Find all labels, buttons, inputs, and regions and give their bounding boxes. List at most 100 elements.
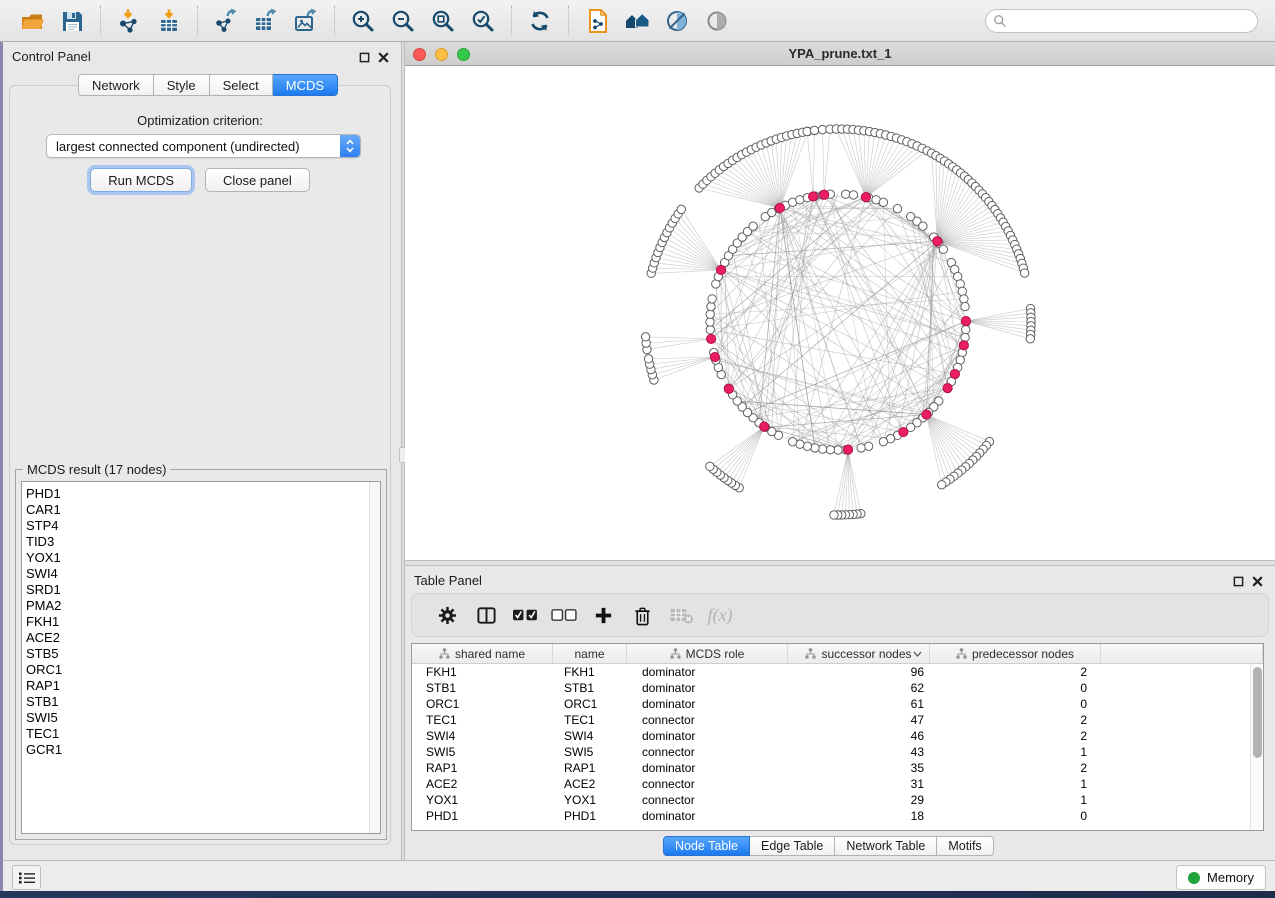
deselect-all-columns-button[interactable]	[547, 600, 581, 630]
mcds-result-item[interactable]: STB5	[22, 646, 380, 662]
graph-leaf-node[interactable]	[1026, 335, 1034, 343]
close-table-panel-icon[interactable]	[1252, 574, 1263, 592]
dominator-node[interactable]	[861, 192, 870, 201]
mcds-result-item[interactable]: PMA2	[22, 598, 380, 614]
graph-node[interactable]	[826, 446, 834, 454]
tab-select[interactable]: Select	[210, 74, 273, 96]
table-cell[interactable]: 35	[788, 760, 930, 776]
table-cell[interactable]: 2	[930, 712, 1101, 728]
memory-button[interactable]: Memory	[1176, 865, 1266, 890]
hide-preview-button[interactable]	[700, 4, 734, 38]
table-cell[interactable]: connector	[627, 744, 788, 760]
table-cell[interactable]: ORC1	[553, 696, 627, 712]
graph-node[interactable]	[842, 190, 850, 198]
zoom-fit-button[interactable]	[426, 4, 460, 38]
mcds-result-item[interactable]: SWI5	[22, 710, 380, 726]
table-cell[interactable]: connector	[627, 792, 788, 808]
table-cell[interactable]: SWI5	[553, 744, 627, 760]
export-network-button[interactable]	[209, 4, 243, 38]
table-cell[interactable]: connector	[627, 712, 788, 728]
table-cell[interactable]: PHD1	[412, 808, 553, 824]
mcds-result-item[interactable]: YOX1	[22, 550, 380, 566]
graph-node[interactable]	[864, 442, 872, 450]
graph-node[interactable]	[706, 310, 714, 318]
graph-leaf-node[interactable]	[706, 462, 714, 470]
graph-leaf-node[interactable]	[641, 333, 649, 341]
graph-node[interactable]	[919, 222, 927, 230]
graph-leaf-node[interactable]	[937, 481, 945, 489]
table-cell[interactable]: 1	[930, 744, 1101, 760]
mcds-result-item[interactable]: SRD1	[22, 582, 380, 598]
tab-motifs[interactable]: Motifs	[937, 836, 993, 856]
mcds-result-item[interactable]: PHD1	[22, 486, 380, 502]
dominator-node[interactable]	[809, 192, 818, 201]
graph-node[interactable]	[834, 446, 842, 454]
table-cell[interactable]: 43	[788, 744, 930, 760]
mcds-result-item[interactable]: TID3	[22, 534, 380, 550]
table-cell[interactable]: 29	[788, 792, 930, 808]
import-table-button[interactable]	[152, 4, 186, 38]
delete-column-button[interactable]	[625, 600, 659, 630]
dominator-node[interactable]	[716, 265, 725, 274]
table-cell[interactable]: 0	[930, 696, 1101, 712]
table-cell[interactable]: 2	[930, 728, 1101, 744]
table-cell[interactable]: ACE2	[412, 776, 553, 792]
graph-leaf-node[interactable]	[644, 355, 652, 363]
graph-node[interactable]	[962, 326, 970, 334]
dominator-node[interactable]	[760, 422, 769, 431]
table-row[interactable]: ACE2ACE2connector311	[412, 776, 1263, 792]
dominator-node[interactable]	[724, 384, 733, 393]
search-input[interactable]	[1007, 12, 1257, 30]
dominator-node[interactable]	[961, 317, 970, 326]
graph-node[interactable]	[811, 444, 819, 452]
graph-node[interactable]	[961, 333, 969, 341]
table-row[interactable]: FKH1FKH1dominator962	[412, 664, 1263, 680]
dominator-node[interactable]	[820, 190, 829, 199]
search-box[interactable]	[985, 9, 1258, 33]
mcds-result-item[interactable]: GCR1	[22, 742, 380, 758]
table-cell[interactable]: SWI5	[412, 744, 553, 760]
network-canvas[interactable]	[405, 66, 1275, 560]
float-table-panel-icon[interactable]	[1233, 574, 1244, 592]
table-row[interactable]: RAP1RAP1dominator352	[412, 760, 1263, 776]
select-all-columns-button[interactable]	[508, 600, 542, 630]
graph-leaf-node[interactable]	[830, 511, 838, 519]
mcds-result-item[interactable]: SWI4	[22, 566, 380, 582]
table-cell[interactable]: 61	[788, 696, 930, 712]
zoom-in-button[interactable]	[346, 4, 380, 38]
network-graph[interactable]	[405, 66, 1275, 560]
graph-node[interactable]	[960, 295, 968, 303]
mcds-result-item[interactable]: STB1	[22, 694, 380, 710]
table-scrollbar[interactable]	[1250, 664, 1263, 830]
dominator-node[interactable]	[943, 384, 952, 393]
graph-leaf-node[interactable]	[677, 205, 685, 213]
table-cell[interactable]: STB1	[553, 680, 627, 696]
table-row[interactable]: STB1STB1dominator620	[412, 680, 1263, 696]
mcds-result-item[interactable]: TEC1	[22, 726, 380, 742]
graph-node[interactable]	[958, 287, 966, 295]
export-network-file-button[interactable]	[580, 4, 614, 38]
table-cell[interactable]: 1	[930, 792, 1101, 808]
table-cell[interactable]: 31	[788, 776, 930, 792]
table-scrollbar-thumb[interactable]	[1253, 667, 1262, 758]
table-cell[interactable]: TEC1	[412, 712, 553, 728]
mcds-list-scrollbar[interactable]	[369, 482, 380, 833]
table-cell[interactable]: 0	[930, 808, 1101, 824]
graph-node[interactable]	[939, 245, 947, 253]
table-cell[interactable]: 62	[788, 680, 930, 696]
add-column-button[interactable]	[586, 600, 620, 630]
table-cell[interactable]: YOX1	[553, 792, 627, 808]
table-row[interactable]: SWI4SWI4dominator462	[412, 728, 1263, 744]
table-cell[interactable]: RAP1	[412, 760, 553, 776]
tab-edge-table[interactable]: Edge Table	[750, 836, 835, 856]
table-cell[interactable]: dominator	[627, 760, 788, 776]
column-header-successor-nodes[interactable]: successor nodes	[788, 644, 930, 663]
column-header-predecessor-nodes[interactable]: predecessor nodes	[930, 644, 1101, 663]
float-panel-icon[interactable]	[359, 50, 370, 68]
save-session-button[interactable]	[55, 4, 89, 38]
dominator-node[interactable]	[922, 410, 931, 419]
table-cell[interactable]: SWI4	[553, 728, 627, 744]
column-header-name[interactable]: name	[553, 644, 627, 663]
table-cell[interactable]: dominator	[627, 664, 788, 680]
table-cell[interactable]: ORC1	[412, 696, 553, 712]
